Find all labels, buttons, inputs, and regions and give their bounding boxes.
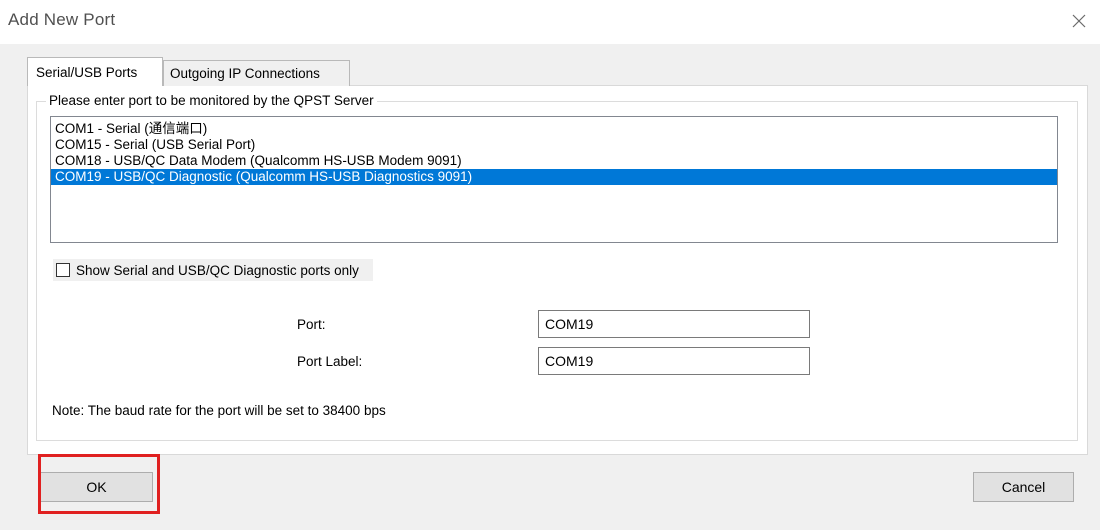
filter-checkbox-label: Show Serial and USB/QC Diagnostic ports …	[76, 262, 359, 278]
tab-label: Serial/USB Ports	[36, 64, 138, 80]
tab-label: Outgoing IP Connections	[170, 66, 320, 81]
close-icon	[1072, 14, 1086, 28]
filter-checkbox-row[interactable]: Show Serial and USB/QC Diagnostic ports …	[53, 259, 373, 281]
list-item[interactable]: COM18 - USB/QC Data Modem (Qualcomm HS-U…	[51, 153, 1057, 169]
add-new-port-dialog: Add New Port Serial/USB Ports Outgoing I…	[0, 0, 1100, 530]
port-label-label: Port Label:	[297, 354, 363, 369]
port-label: Port:	[297, 317, 326, 332]
tab-serial-usb-ports[interactable]: Serial/USB Ports	[27, 57, 163, 86]
filter-checkbox[interactable]	[56, 263, 70, 277]
ok-button[interactable]: OK	[40, 472, 153, 502]
list-item-selected[interactable]: COM19 - USB/QC Diagnostic (Qualcomm HS-U…	[51, 169, 1057, 185]
port-input[interactable]: COM19	[538, 310, 810, 338]
list-item[interactable]: COM1 - Serial (通信端口)	[51, 121, 1057, 137]
close-button[interactable]	[1064, 6, 1094, 36]
port-label-input[interactable]: COM19	[538, 347, 810, 375]
title-bar: Add New Port	[0, 0, 1100, 44]
tab-outgoing-ip-connections[interactable]: Outgoing IP Connections	[163, 60, 350, 86]
dialog-title: Add New Port	[8, 10, 116, 29]
baud-rate-note: Note: The baud rate for the port will be…	[52, 403, 386, 418]
groupbox-legend: Please enter port to be monitored by the…	[46, 93, 377, 108]
cancel-button[interactable]: Cancel	[973, 472, 1074, 502]
list-item[interactable]: COM15 - Serial (USB Serial Port)	[51, 137, 1057, 153]
ports-listbox[interactable]: COM1 - Serial (通信端口) COM15 - Serial (USB…	[50, 116, 1058, 243]
